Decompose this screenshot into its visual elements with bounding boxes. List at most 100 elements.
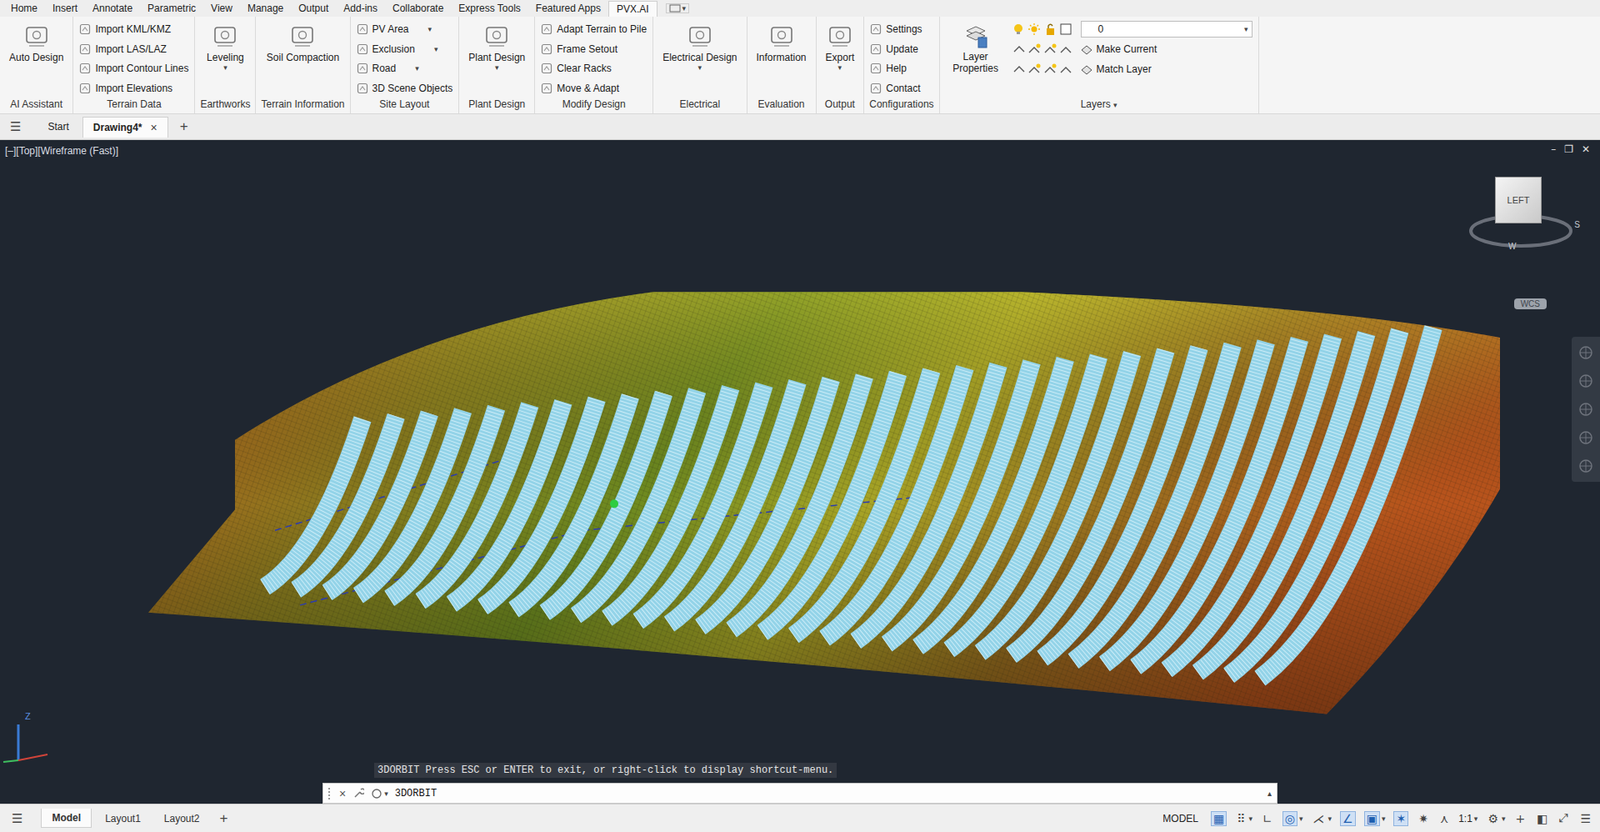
ribbon-tab[interactable]: Featured Apps xyxy=(528,0,609,16)
status-tool[interactable]: ⚙▾ xyxy=(1483,811,1508,825)
ucs-icon: Z xyxy=(0,710,54,765)
ribbon-tab[interactable]: Output xyxy=(290,0,336,16)
compass-letter: S xyxy=(1574,220,1580,230)
layer-action-button[interactable]: Make Current xyxy=(1080,39,1158,60)
status-toggle[interactable]: ✶ xyxy=(1390,810,1411,826)
ribbon-group-title[interactable]: Layers ▾ xyxy=(940,98,1259,114)
ribbon-small-button[interactable]: Contact xyxy=(870,78,922,99)
nav-tool-icon[interactable] xyxy=(1576,371,1595,390)
status-toggle[interactable]: ⋌▾ xyxy=(1309,811,1335,825)
drawing-viewport[interactable]: [–][Top][Wireframe (Fast)]–❐✕LEFTSWWCSZ3… xyxy=(0,140,1600,804)
annotation-scale[interactable]: 1:1▾ xyxy=(1455,812,1480,825)
status-tool[interactable]: ◧ xyxy=(1532,811,1552,825)
ribbon-tab[interactable]: Express Tools xyxy=(450,0,528,16)
ribbon-small-button[interactable]: Import Elevations xyxy=(79,78,189,99)
expand-history-button[interactable]: ▴ xyxy=(1267,788,1272,798)
layer-tools-icon[interactable] xyxy=(1012,62,1076,76)
ribbon-small-button[interactable]: Frame Setout xyxy=(540,39,647,60)
pv-rack[interactable] xyxy=(265,419,363,587)
ribbon-small-button[interactable]: Import KML/KMZ xyxy=(79,19,189,40)
ribbon-small-button[interactable]: Help xyxy=(870,59,922,80)
status-tool[interactable]: ⤢ xyxy=(1555,810,1573,825)
close-tab-button[interactable]: × xyxy=(150,120,157,135)
new-layout-button[interactable]: + xyxy=(213,810,235,827)
status-tool[interactable]: ☰ xyxy=(1575,811,1595,825)
wcs-menu[interactable]: WCS xyxy=(1514,298,1547,310)
ribbon-small-button[interactable]: Update xyxy=(870,39,922,60)
ribbon-small-button[interactable]: Settings xyxy=(870,19,922,40)
status-toggle[interactable]: ⋏ xyxy=(1435,811,1453,825)
ribbon-large-button[interactable]: Auto Design xyxy=(5,19,67,64)
pv-rack[interactable] xyxy=(1260,327,1434,678)
layer-tools-icon[interactable] xyxy=(1012,42,1076,56)
nav-tool-icon[interactable] xyxy=(1576,428,1595,447)
status-toggle[interactable]: ⠿▾ xyxy=(1232,811,1255,825)
ribbon-small-button[interactable]: Import Contour Lines xyxy=(79,59,189,80)
layout-menu[interactable]: ☰ xyxy=(11,810,23,826)
workspace-dropdown[interactable]: ▾ xyxy=(665,3,690,14)
nav-tool-icon[interactable] xyxy=(1576,343,1595,362)
ribbon-small-button[interactable]: Clear Racks xyxy=(540,59,647,80)
window-control-button[interactable]: ❐ xyxy=(1564,143,1574,155)
ribbon-tab[interactable]: Annotate xyxy=(85,0,140,16)
status-toggle[interactable]: ✷ xyxy=(1414,811,1433,825)
command-line: 3DORBIT Press ESC or ENTER to exit, or r… xyxy=(322,762,1278,804)
ribbon-small-button[interactable]: PV Area▾ xyxy=(356,19,454,40)
close-command-line-button[interactable]: × xyxy=(339,786,346,800)
layout-tab[interactable]: Model xyxy=(40,808,92,828)
layer-properties-button[interactable]: Layer Properties xyxy=(945,19,1006,75)
ribbon-tab[interactable]: Parametric xyxy=(140,0,204,16)
ribbon-large-button[interactable]: Plant Design▾ xyxy=(465,19,529,72)
status-toggle[interactable]: ∠ xyxy=(1337,810,1359,826)
ribbon-large-button[interactable]: Export▾ xyxy=(822,19,859,72)
layer-action-button[interactable]: Match Layer xyxy=(1080,59,1152,80)
view-cube-face[interactable]: LEFT xyxy=(1495,176,1542,224)
status-toggle[interactable]: ▣▾ xyxy=(1361,810,1389,826)
ribbon-small-button[interactable]: Adapt Terrain to Pile xyxy=(540,19,647,40)
window-control-button[interactable]: – xyxy=(1550,143,1556,155)
file-tabs-menu[interactable]: ☰ xyxy=(10,119,21,135)
tool-icon xyxy=(767,22,796,50)
status-toggle[interactable]: ▦ xyxy=(1208,810,1230,826)
ribbon-tab[interactable]: View xyxy=(203,0,240,16)
model-space-toggle[interactable]: MODEL xyxy=(1155,812,1205,825)
nav-tool-icon[interactable] xyxy=(1576,456,1595,475)
new-tab-button[interactable]: + xyxy=(171,118,197,135)
status-toggle[interactable]: ∟ xyxy=(1258,811,1277,825)
viewport-controls[interactable]: [–][Top][Wireframe (Fast)] xyxy=(5,145,119,157)
command-input[interactable]: 3DORBIT xyxy=(395,787,1261,800)
file-tab[interactable]: Start xyxy=(37,117,79,136)
ribbon-tab[interactable]: Collaborate xyxy=(385,0,451,16)
ribbon-small-button[interactable]: Road▾ xyxy=(356,59,454,80)
ribbon-group: Export▾Output xyxy=(816,16,865,114)
ribbon-group: SettingsUpdateHelpContactConfigurations xyxy=(864,16,940,114)
ribbon-large-button[interactable]: Leveling▾ xyxy=(203,19,248,72)
tool-icon xyxy=(870,62,882,75)
ribbon-small-button[interactable]: Move & Adapt xyxy=(540,78,647,99)
ribbon-tab[interactable]: PVX.AI xyxy=(608,0,658,17)
ribbon-small-button[interactable]: 3D Scene Objects xyxy=(356,78,454,99)
ribbon-small-button[interactable]: Import LAS/LAZ xyxy=(79,39,189,60)
ribbon-tab[interactable]: Add-ins xyxy=(335,0,385,16)
ribbon-tab[interactable]: Insert xyxy=(45,0,85,16)
layout-tab[interactable]: Layout1 xyxy=(95,809,151,828)
ribbon-large-button[interactable]: Electrical Design▾ xyxy=(659,19,740,72)
tool-icon xyxy=(356,23,369,35)
recent-commands-button[interactable]: ▾ xyxy=(370,787,389,800)
grip-icon[interactable] xyxy=(328,787,333,800)
nav-tool-icon[interactable] xyxy=(1576,400,1595,419)
ribbon-tab[interactable]: Manage xyxy=(240,0,291,16)
wrench-icon[interactable] xyxy=(352,787,365,800)
ribbon-large-button[interactable]: Information xyxy=(753,19,810,64)
tool-icon xyxy=(870,82,882,95)
file-tab[interactable]: Drawing4*× xyxy=(82,116,169,138)
layout-tab[interactable]: Layout2 xyxy=(154,809,210,828)
ribbon-small-button[interactable]: Exclusion▾ xyxy=(356,39,454,60)
window-control-button[interactable]: ✕ xyxy=(1581,143,1590,155)
layer-dropdown[interactable]: 0▾ xyxy=(1080,20,1253,38)
status-toggle[interactable]: ◎▾ xyxy=(1280,810,1306,826)
ribbon-large-button[interactable]: Soil Compaction xyxy=(263,19,343,64)
ribbon-tab[interactable]: Home xyxy=(3,0,45,16)
status-tool[interactable]: + xyxy=(1510,811,1530,825)
view-cube[interactable]: LEFTSW xyxy=(1463,170,1580,254)
